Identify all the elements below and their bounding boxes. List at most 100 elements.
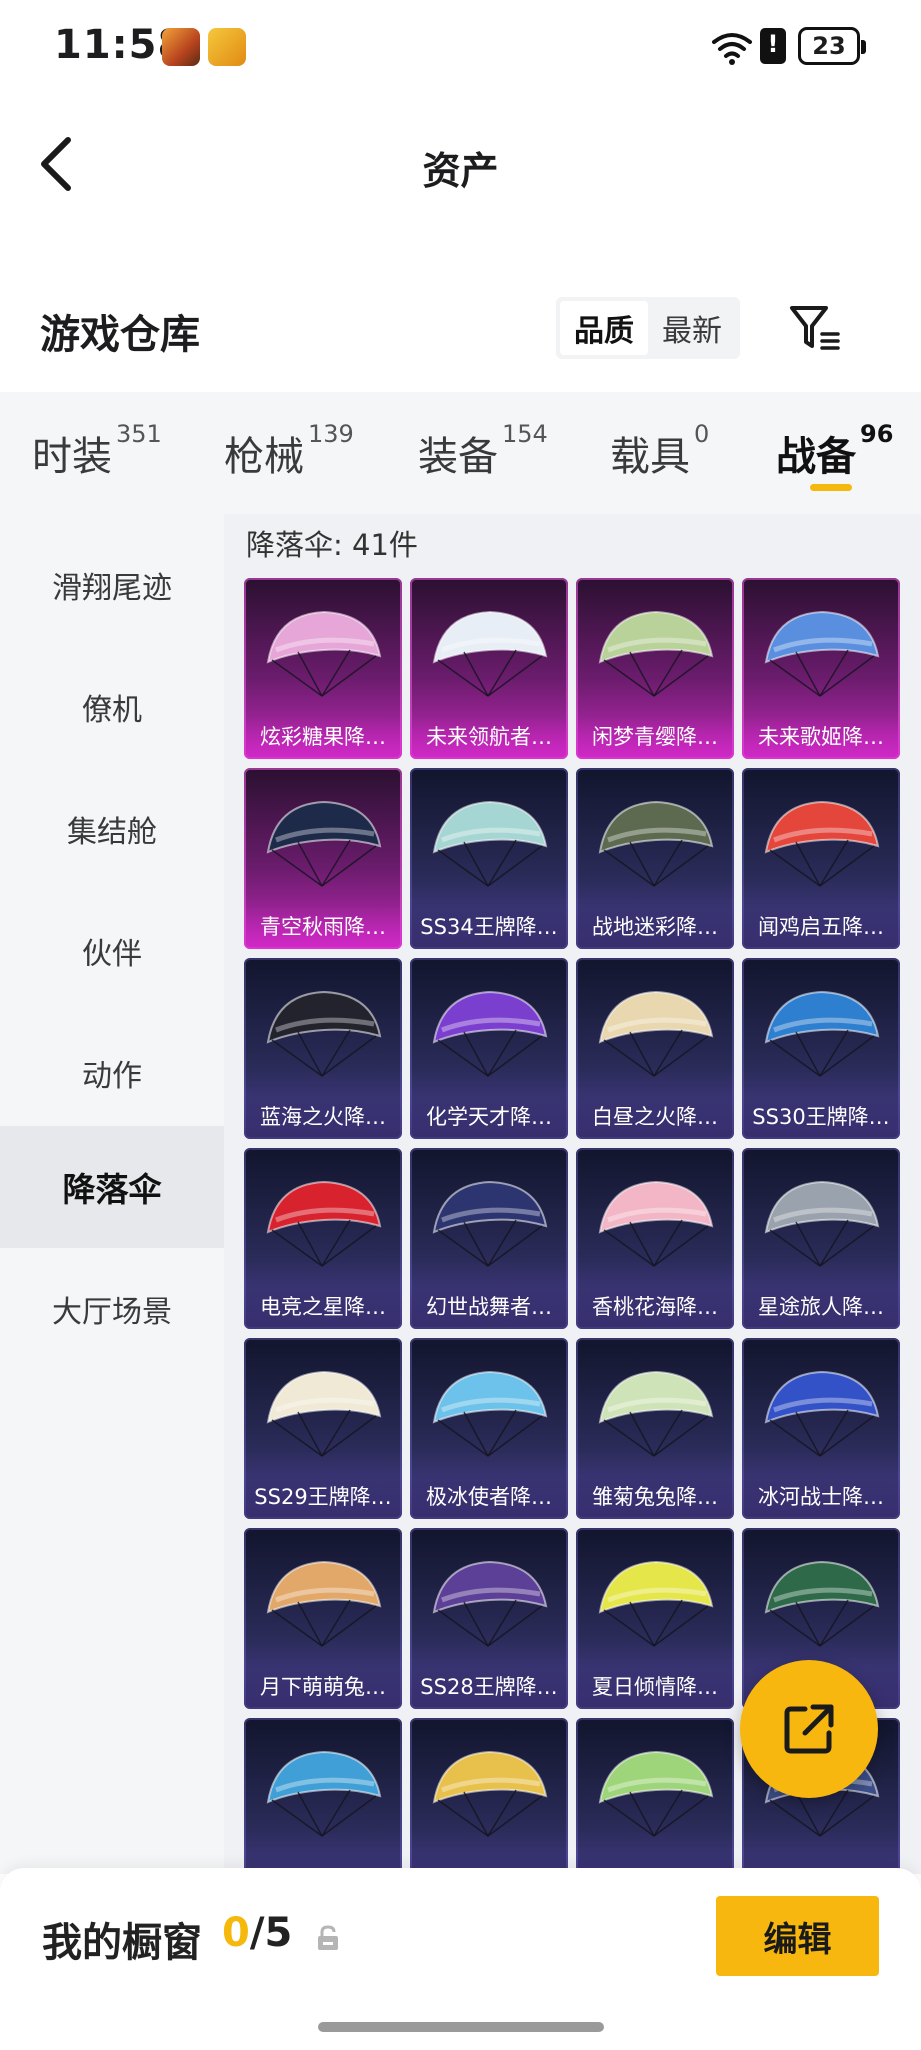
showcase-max: 5 xyxy=(264,1910,293,1956)
parachute-icon xyxy=(598,1750,714,1837)
filter-icon[interactable] xyxy=(786,300,842,356)
parachute-name: 幻世战舞者… xyxy=(410,1285,568,1329)
parachute-icon xyxy=(266,990,382,1077)
parachute-name: SS34王牌降… xyxy=(410,905,568,949)
tab-equipment[interactable]: 装备 154 xyxy=(418,420,548,482)
parachute-icon xyxy=(432,1370,548,1457)
parachute-icon xyxy=(266,1560,382,1647)
parachute-card[interactable]: 闻鸡启五降… xyxy=(742,768,900,949)
parachute-card[interactable]: 星途旅人降… xyxy=(742,1148,900,1329)
tab-vehicles[interactable]: 载具 0 xyxy=(610,420,709,482)
parachute-card[interactable]: 月下萌萌兔… xyxy=(244,1528,402,1709)
parachute-name: 闻鸡启五降… xyxy=(742,905,900,949)
parachute-name: SS29王牌降… xyxy=(244,1475,402,1519)
parachute-icon xyxy=(266,800,382,887)
parachute-card[interactable]: 炫彩糖果降… xyxy=(244,578,402,759)
active-tab-indicator xyxy=(810,484,852,491)
parachute-card[interactable]: 闲梦青缨降… xyxy=(576,578,734,759)
item-count-label: 降落伞: 41件 xyxy=(246,528,418,562)
parachute-name: SS30王牌降… xyxy=(742,1095,900,1139)
category-tabs: 时装 351 枪械 139 装备 154 载具 0 战备 96 xyxy=(0,392,921,514)
parachute-name: 月下萌萌兔… xyxy=(244,1665,402,1709)
parachute-icon xyxy=(432,610,548,697)
subcategory-sidebar: 滑翔尾迹 僚机 集结舱 伙伴 动作 降落伞 大厅场景 xyxy=(0,514,224,1874)
parachute-card[interactable]: 未来歌姬降… xyxy=(742,578,900,759)
sort-quality-button[interactable]: 品质 xyxy=(560,301,648,355)
parachute-icon xyxy=(598,990,714,1077)
parachute-card[interactable]: SS30王牌降… xyxy=(742,958,900,1139)
parachute-card[interactable]: 化学天才降… xyxy=(410,958,568,1139)
showcase-separator: / xyxy=(249,1910,265,1956)
parachute-card[interactable]: SS34王牌降… xyxy=(410,768,568,949)
parachute-icon xyxy=(266,1180,382,1267)
tab-weapons[interactable]: 枪械 139 xyxy=(224,420,354,482)
parachute-name: 化学天才降… xyxy=(410,1095,568,1139)
sidebar-item-companion[interactable]: 伙伴 xyxy=(0,890,224,1012)
parachute-card[interactable]: SS28王牌降… xyxy=(410,1528,568,1709)
parachute-card[interactable]: 冰河战士降… xyxy=(742,1338,900,1519)
tab-label: 战备 xyxy=(776,434,856,480)
tab-count: 96 xyxy=(860,420,894,448)
tab-battle-gear[interactable]: 战备 96 xyxy=(776,420,893,482)
sidebar-item-glide-trail[interactable]: 滑翔尾迹 xyxy=(0,524,224,646)
parachute-card[interactable]: 香桃花海降… xyxy=(576,1148,734,1329)
sidebar-item-assembly-pod[interactable]: 集结舱 xyxy=(0,768,224,890)
sidebar-item-lobby-scene[interactable]: 大厅场景 xyxy=(0,1248,224,1370)
parachute-card[interactable]: SS29王牌降… xyxy=(244,1338,402,1519)
parachute-icon xyxy=(764,1560,880,1647)
parachute-card[interactable]: 幻世战舞者… xyxy=(410,1148,568,1329)
parachute-card[interactable]: 夏日倾情降… xyxy=(576,1528,734,1709)
parachute-card[interactable]: 白昼之火降… xyxy=(576,958,734,1139)
parachute-card[interactable]: 极冰使者降… xyxy=(410,1338,568,1519)
battery-icon: 23 xyxy=(798,27,866,65)
parachute-icon xyxy=(432,1750,548,1837)
sort-latest-button[interactable]: 最新 xyxy=(648,301,736,355)
parachute-icon xyxy=(764,610,880,697)
game-app-icon xyxy=(162,28,200,66)
parachute-icon xyxy=(598,1370,714,1457)
parachute-icon xyxy=(432,800,548,887)
sidebar-item-parachute[interactable]: 降落伞 xyxy=(0,1126,224,1248)
page-title: 资产 xyxy=(422,149,499,193)
parachute-card[interactable] xyxy=(576,1718,734,1874)
parachute-name: 雏菊兔兔降… xyxy=(576,1475,734,1519)
parachute-card[interactable] xyxy=(244,1718,402,1874)
share-button[interactable] xyxy=(740,1660,878,1798)
parachute-card[interactable]: 青空秋雨降… xyxy=(244,768,402,949)
sidebar-item-wingman[interactable]: 僚机 xyxy=(0,646,224,768)
showcase-title: 我的橱窗 xyxy=(42,1920,202,1966)
parachute-icon xyxy=(764,990,880,1077)
parachute-name: 闲梦青缨降… xyxy=(576,715,734,759)
parachute-card[interactable]: 战地迷彩降… xyxy=(576,768,734,949)
tab-fashion[interactable]: 时装 351 xyxy=(32,420,162,482)
sim-alert-icon xyxy=(760,28,786,64)
parachute-icon xyxy=(266,1370,382,1457)
lock-icon xyxy=(318,1925,338,1950)
parachute-icon xyxy=(598,1180,714,1267)
parachute-name: 青空秋雨降… xyxy=(244,905,402,949)
share-icon xyxy=(784,1704,834,1754)
parachute-name: 未来领航者… xyxy=(410,715,568,759)
parachute-card[interactable]: 未来领航者… xyxy=(410,578,568,759)
parachute-name: 极冰使者降… xyxy=(410,1475,568,1519)
parachute-card[interactable] xyxy=(410,1718,568,1874)
tab-label: 枪械 xyxy=(224,434,304,480)
sidebar-item-emote[interactable]: 动作 xyxy=(0,1012,224,1134)
parachute-name: 星途旅人降… xyxy=(742,1285,900,1329)
parachute-card[interactable]: 雏菊兔兔降… xyxy=(576,1338,734,1519)
status-bar: 11:58 23 xyxy=(0,0,921,96)
parachute-card[interactable]: 蓝海之火降… xyxy=(244,958,402,1139)
parachute-icon xyxy=(432,1180,548,1267)
parachute-card[interactable]: 电竞之星降… xyxy=(244,1148,402,1329)
parachute-name: 炫彩糖果降… xyxy=(244,715,402,759)
parachute-icon xyxy=(266,610,382,697)
edit-button[interactable]: 编辑 xyxy=(716,1896,879,1976)
tab-count: 0 xyxy=(694,420,710,448)
parachute-icon xyxy=(764,800,880,887)
parachute-name: 电竞之星降… xyxy=(244,1285,402,1329)
parachute-name: 白昼之火降… xyxy=(576,1095,734,1139)
tab-label: 载具 xyxy=(610,434,690,480)
tab-label: 装备 xyxy=(418,434,498,480)
parachute-icon xyxy=(598,1560,714,1647)
parachute-icon xyxy=(432,990,548,1077)
